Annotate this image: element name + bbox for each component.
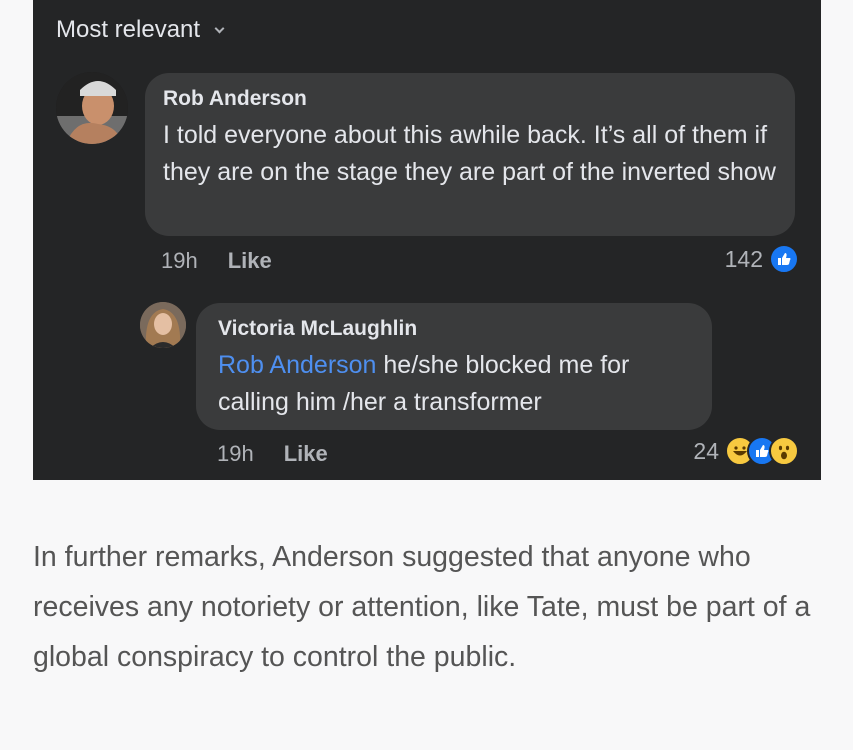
like-icon [769,244,799,274]
sort-label: Most relevant [56,16,201,43]
comment-time[interactable]: 19h [217,441,254,467]
comment-meta: 19h Like [217,441,328,467]
wow-icon [769,436,799,466]
comments-screenshot: Most relevant Rob Anderson I told everyo… [33,0,821,480]
like-button[interactable]: Like [284,441,328,467]
comment-time[interactable]: 19h [161,248,198,274]
mention-link[interactable]: Rob Anderson [218,351,376,379]
comment-meta: 19h Like [161,248,272,274]
avatar[interactable] [56,72,128,144]
reaction-count: 142 [724,245,763,272]
comment-author[interactable]: Victoria McLaughlin [218,317,690,341]
avatar[interactable] [140,302,186,348]
comment-text: I told everyone about this awhile back. … [163,121,776,186]
comment-author[interactable]: Rob Anderson [163,87,777,111]
reaction-summary[interactable]: 24 [693,436,799,466]
comment-text: Rob Anderson he/she blocked me for calli… [218,347,690,421]
sort-dropdown[interactable]: Most relevant [56,16,225,44]
reaction-summary[interactable]: 142 [725,244,799,274]
chevron-down-icon [214,23,225,33]
reply-bubble: Victoria McLaughlin Rob Anderson he/she … [196,303,712,430]
article-paragraph: In further remarks, Anderson suggested t… [33,541,811,673]
comment-bubble: Rob Anderson I told everyone about this … [145,73,795,236]
reaction-count: 24 [693,437,719,464]
like-button[interactable]: Like [228,248,272,274]
